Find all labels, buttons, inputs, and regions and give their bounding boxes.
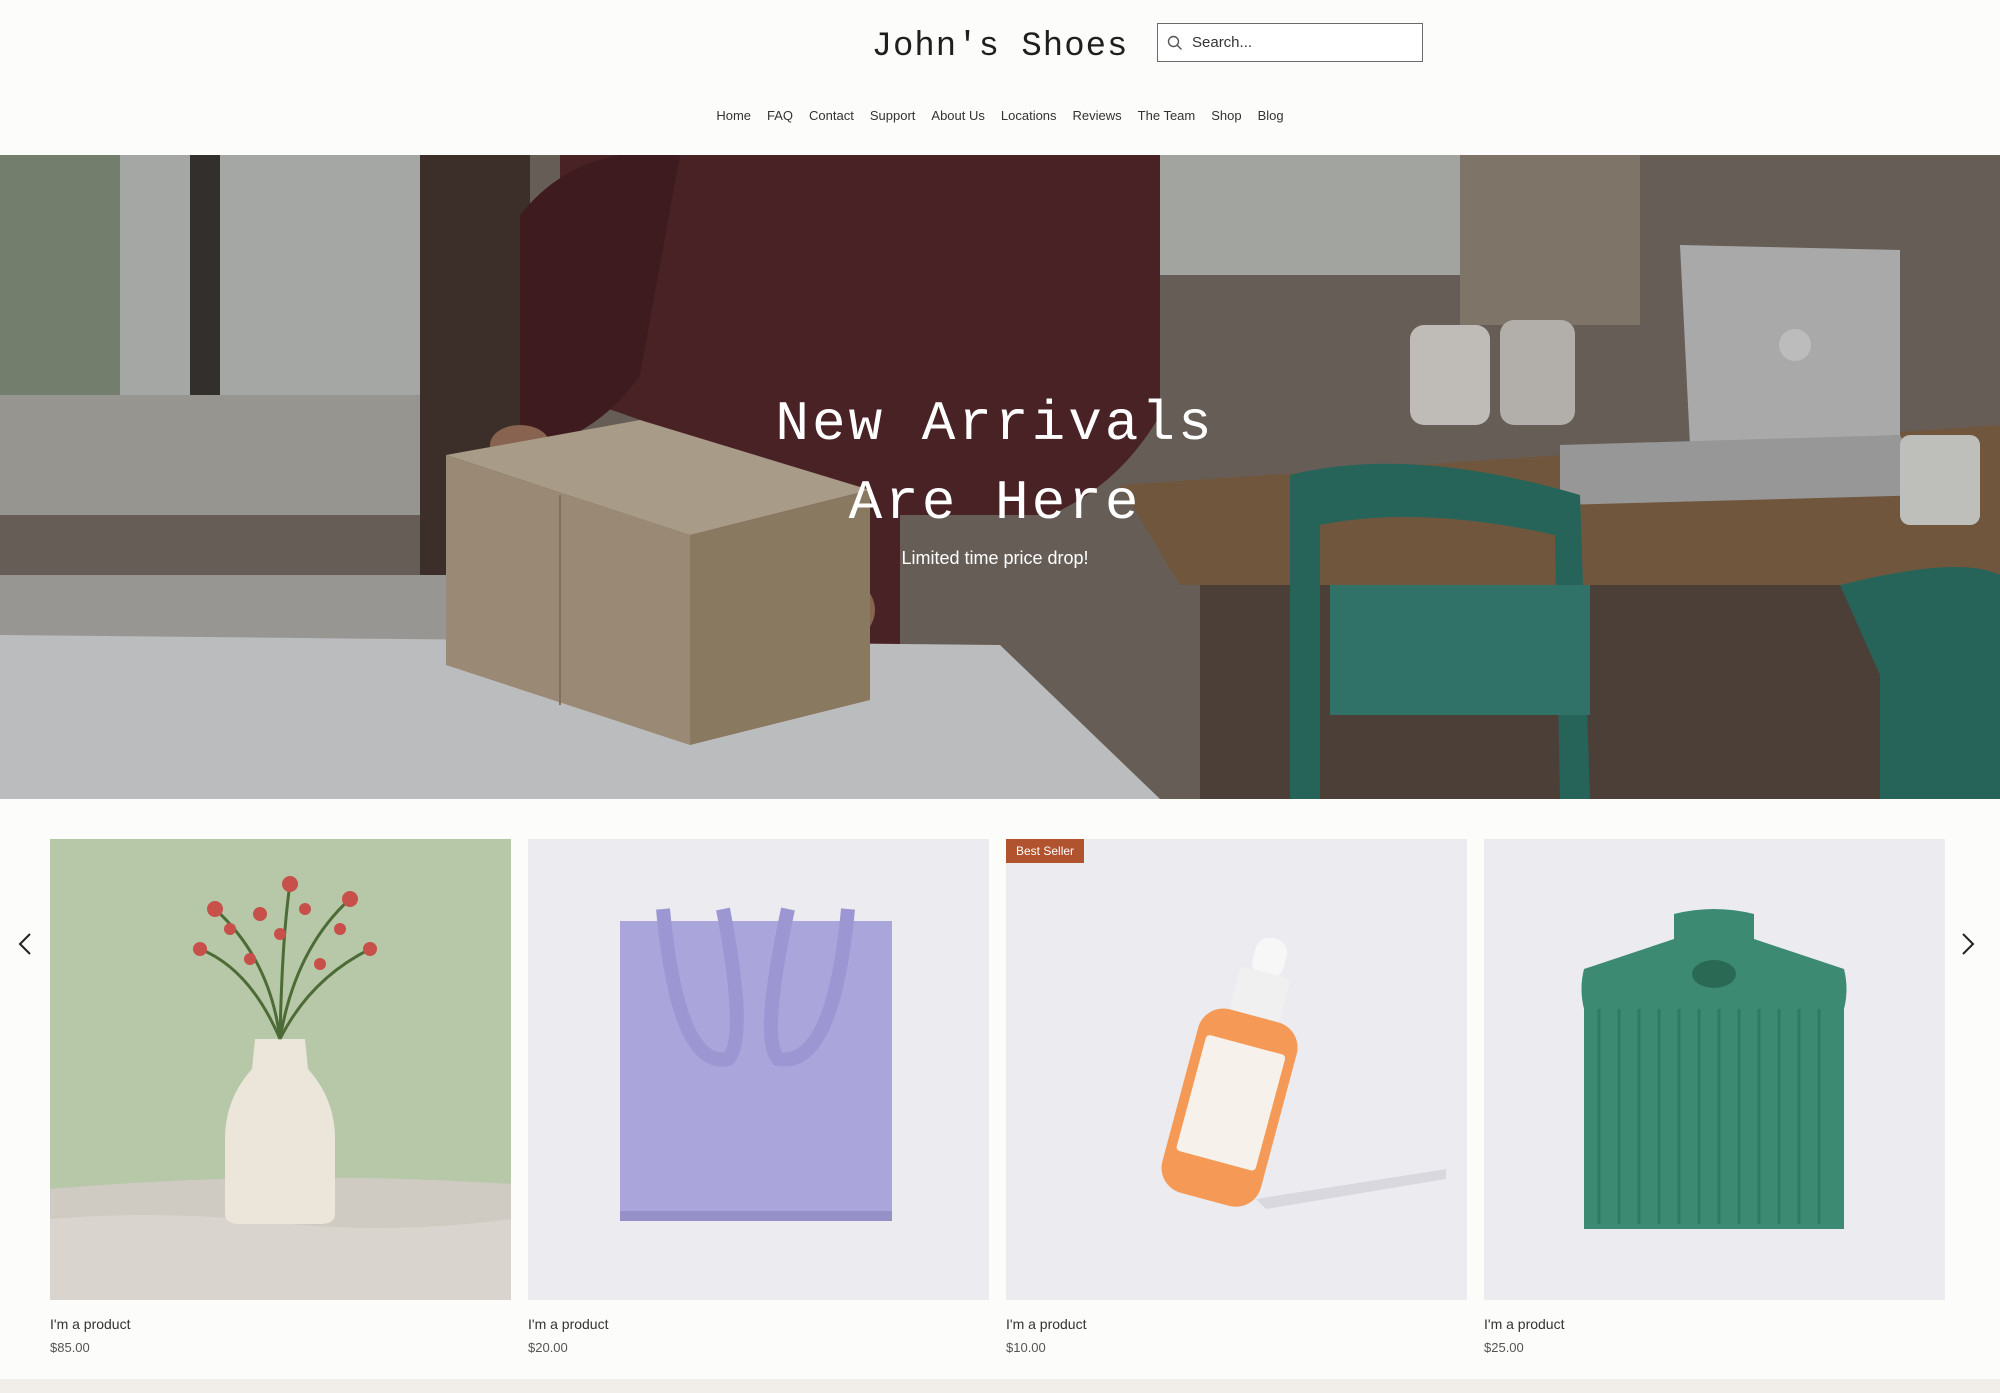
product-image-vase[interactable] [50,839,511,1300]
nav-home[interactable]: Home [708,104,759,127]
nav-about-us[interactable]: About Us [923,104,992,127]
product-image-tote[interactable] [528,839,989,1300]
product-price: $10.00 [1006,1340,1046,1355]
product-image-sweater[interactable] [1484,839,1945,1300]
main-nav: Home FAQ Contact Support About Us Locati… [0,104,2000,127]
product-image-bottle[interactable]: Best Seller [1006,839,1467,1300]
product-name[interactable]: I'm a product [1006,1316,1467,1332]
product-name[interactable]: I'm a product [528,1316,989,1332]
chevron-left-icon[interactable] [10,929,40,959]
product-name[interactable]: I'm a product [50,1316,511,1332]
nav-locations[interactable]: Locations [993,104,1065,127]
hero-title: New Arrivals Are Here [775,392,1215,535]
hero-banner: New Arrivals Are Here Limited time price… [0,155,2000,799]
product-price: $85.00 [50,1340,90,1355]
nav-contact[interactable]: Contact [801,104,862,127]
product-carousel: I'm a product $85.00 I'm a product $20.0… [0,799,2000,1379]
best-seller-badge: Best Seller [1006,839,1085,863]
hero-subtitle: Limited time price drop! [901,548,1089,568]
nav-faq[interactable]: FAQ [759,104,801,127]
site-header: John's Shoes Home FAQ Contact Support Ab… [0,0,2000,155]
product-card[interactable]: I'm a product $25.00 [1484,839,1945,1355]
site-logo[interactable]: John's Shoes [870,28,1130,66]
product-price: $25.00 [1484,1340,1524,1355]
nav-the-team[interactable]: The Team [1130,104,1204,127]
nav-support[interactable]: Support [862,104,924,127]
product-card[interactable]: Best Seller I'm a product $10.00 [1006,839,1467,1355]
nav-blog[interactable]: Blog [1250,104,1292,127]
product-card[interactable]: I'm a product $85.00 [50,839,511,1355]
nav-shop[interactable]: Shop [1203,104,1249,127]
search-input[interactable] [1192,24,1422,61]
product-card[interactable]: I'm a product $20.00 [528,839,989,1355]
nav-reviews[interactable]: Reviews [1065,104,1130,127]
footer-strip [0,1379,2000,1393]
search-box[interactable] [1157,23,1423,62]
product-price: $20.00 [528,1340,568,1355]
chevron-right-icon[interactable] [1953,929,1983,959]
product-name[interactable]: I'm a product [1484,1316,1945,1332]
search-icon[interactable] [1158,24,1192,61]
